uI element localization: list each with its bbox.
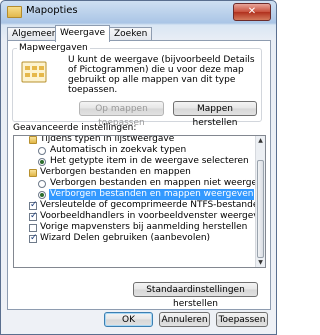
vertical-scrollbar[interactable]: ▲ ▼ (255, 136, 265, 267)
list-item-label: Automatisch in zoekvak typen (50, 145, 187, 155)
restore-defaults-button[interactable]: Standaardinstellingen herstellen (133, 282, 258, 309)
list-item[interactable]: Voorbeeldhandlers in voorbeeldvenster we… (14, 211, 265, 222)
list-item[interactable]: Automatisch in zoekvak typen (14, 145, 255, 156)
scroll-down-arrow-icon[interactable]: ▼ (256, 258, 265, 267)
apply-to-folders-button[interactable]: Op mappen toepassen (79, 101, 164, 128)
list-item[interactable]: Wizard Delen gebruiken (aanbevolen) (14, 233, 255, 244)
folder-view-icon (21, 61, 47, 83)
tab-panel-weergave: Mapweergaven U kunt de weergave (bijvoor… (7, 40, 271, 310)
scroll-thumb[interactable] (257, 160, 264, 258)
list-item[interactable]: Versleutelde of gecomprimeerde NTFS-best… (14, 200, 265, 211)
folder-views-group: Mapweergaven U kunt de weergave (bijvoor… (12, 43, 262, 128)
tab-weergave[interactable]: Weergave (55, 25, 111, 42)
folder-icon (29, 136, 37, 144)
list-item[interactable]: Vorige mapvensters bij aanmelding herste… (14, 222, 255, 233)
list-item[interactable]: Het getypte item in de weergave selecter… (14, 156, 255, 167)
list-item-label: Vorige mapvensters bij aanmelding herste… (40, 222, 248, 232)
checkbox[interactable] (29, 211, 38, 222)
radio-button[interactable] (38, 180, 46, 188)
checkbox[interactable] (29, 224, 37, 232)
folder-views-label: Mapweergaven (17, 43, 90, 53)
cancel-button[interactable]: Annuleren (159, 312, 210, 327)
list-item-selected[interactable]: Verborgen bestanden en mappen weergeven (14, 189, 255, 200)
list-item-label: Verborgen bestanden en mappen (40, 167, 191, 177)
list-item-label: Verborgen bestanden en mappen weergeven (49, 189, 255, 200)
checkbox[interactable] (29, 200, 38, 211)
folder-icon (29, 169, 37, 177)
list-item-label: Wizard Delen gebruiken (aanbevolen) (40, 233, 211, 243)
folder-options-dialog: Mapopties ✕ Algemeen Weergave Zoeken Map… (0, 0, 277, 335)
close-button[interactable]: ✕ (233, 3, 271, 21)
radio-button[interactable] (38, 147, 46, 155)
advanced-settings-label: Geavanceerde instellingen: (13, 123, 137, 133)
checkbox[interactable] (29, 233, 38, 244)
folder-icon (7, 6, 22, 18)
list-item[interactable]: Verborgen bestanden en mappen niet weerg… (14, 178, 265, 189)
folder-views-description: U kunt de weergave (bijvoorbeeld Details… (68, 55, 255, 95)
advanced-settings-list[interactable]: Tijdens typen in lijstweergave Automatis… (13, 135, 266, 268)
list-item-label: Het getypte item in de weergave selecter… (50, 156, 249, 166)
window-title: Mapopties (26, 5, 78, 16)
ok-button[interactable]: OK (104, 312, 153, 327)
title-bar[interactable]: Mapopties ✕ (1, 1, 276, 23)
list-item: Verborgen bestanden en mappen (14, 167, 255, 178)
list-item-label: Tijdens typen in lijstweergave (40, 135, 175, 144)
reset-folders-button[interactable]: Mappen herstellen (173, 101, 257, 128)
scroll-up-arrow-icon[interactable]: ▲ (256, 136, 265, 145)
radio-button[interactable] (38, 158, 46, 166)
radio-button[interactable] (38, 191, 46, 199)
apply-button[interactable]: Toepassen (216, 312, 268, 327)
list-item-label: Verborgen bestanden en mappen niet weerg… (50, 178, 266, 188)
list-item: Tijdens typen in lijstweergave (14, 135, 255, 145)
tab-zoeken[interactable]: Zoeken (109, 27, 153, 41)
list-item-label: Versleutelde of gecomprimeerde NTFS-best… (40, 200, 265, 210)
list-item-label: Voorbeeldhandlers in voorbeeldvenster we… (40, 211, 266, 221)
